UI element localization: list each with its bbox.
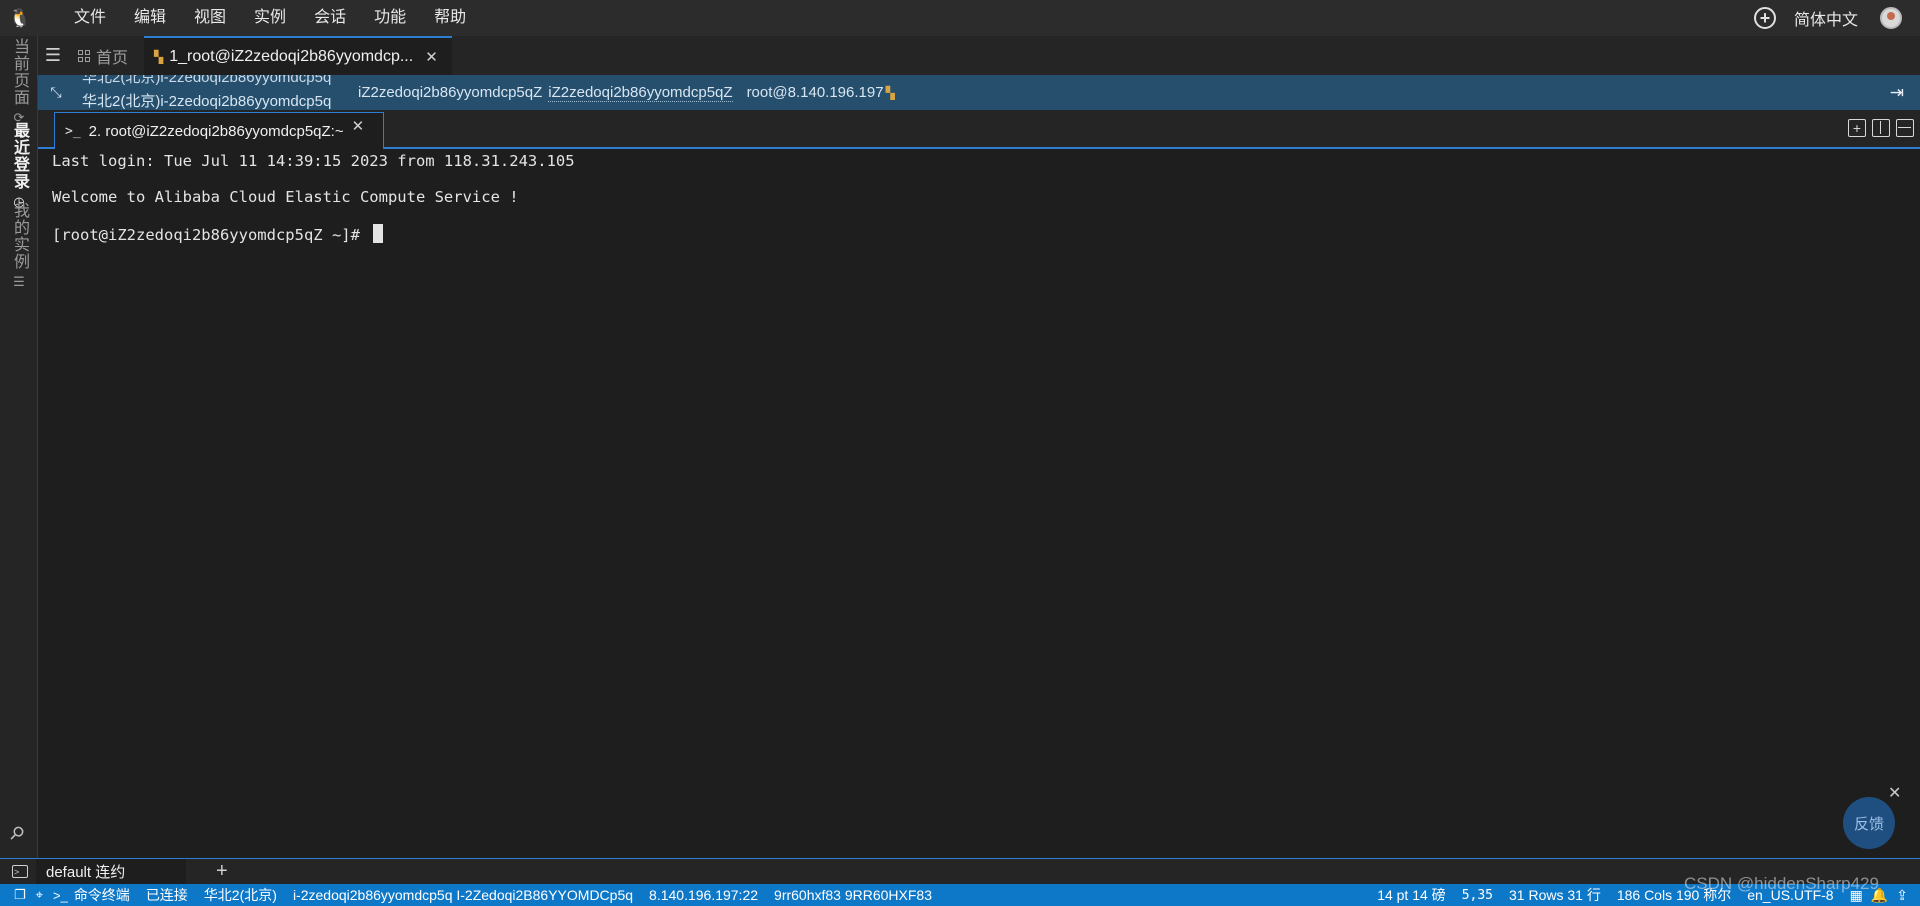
tab-label: 1_root@iZ2zedoqi2b86yyomdcp... bbox=[169, 47, 414, 65]
terminal-prompt: [root@iZ2zedoqi2b86yyomdcp5qZ ~]# bbox=[52, 226, 370, 244]
tab-label: 首页 bbox=[96, 49, 129, 67]
terminal-tab[interactable]: >_ 2. root@iZ2zedoqi2b86yyomdcp5qZ:~ ✕ bbox=[54, 112, 384, 149]
region-label: 华北2(北京)i-2zedoqi2b86yyomdcp5q bbox=[82, 93, 332, 110]
terminal-tab-bar: >_ 2. root@iZ2zedoqi2b86yyomdcp5qZ:~ ✕ + bbox=[38, 110, 1920, 149]
menu-file[interactable]: 文件 bbox=[60, 0, 120, 36]
sidebar-item-label: 当前页面 bbox=[11, 38, 28, 106]
split-vertical-icon[interactable] bbox=[1872, 119, 1890, 137]
menu-edit[interactable]: 编辑 bbox=[120, 0, 180, 36]
menu-session[interactable]: 会话 bbox=[300, 0, 360, 36]
linux-penguin-icon: 🐧 bbox=[8, 7, 32, 28]
menu-functions[interactable]: 功能 bbox=[360, 0, 420, 36]
user-avatar[interactable] bbox=[1880, 7, 1902, 29]
activity-bar: 当前页面 ⟳ 最近登录 ◷ 我的实例 ☰ ⚲ bbox=[0, 36, 38, 858]
mouse-icon[interactable]: ⌖ bbox=[36, 887, 43, 903]
status-bar: ❐ ⌖ >_ 命令终端 已连接 华北2(北京) i-2zedoqi2b86yyo… bbox=[0, 884, 1920, 906]
watermark: CSDN @hiddenSharp429 bbox=[1684, 874, 1879, 893]
menu-instance[interactable]: 实例 bbox=[240, 0, 300, 36]
status-font-size[interactable]: 14 pt 14 磅 bbox=[1377, 885, 1446, 905]
sidebar-item-recent-logins[interactable]: 最近登录 ◷ bbox=[0, 122, 38, 210]
login-host: root@8.140.196.197 bbox=[746, 84, 884, 101]
sidebar-item-label: 我的实例 bbox=[11, 202, 28, 270]
terminal-prompt-line: [root@iZ2zedoqi2b86yyomdcp5qZ ~]# bbox=[52, 224, 384, 244]
pin-icon[interactable]: ⚲ bbox=[5, 821, 29, 845]
status-cursor-position: 5,35 bbox=[1461, 887, 1493, 903]
instance-info-bar: ⤡ 华北2(北京)i-2zedoqi2b86yyomdcp5q 华北2(北京)i… bbox=[38, 75, 1920, 110]
add-icon[interactable]: + bbox=[216, 860, 228, 883]
hostname-link[interactable]: iZ2zedoqi2b86yyomdcp5qZ bbox=[548, 84, 733, 102]
terminal-icon: >_ bbox=[52, 887, 68, 903]
linux-icon: ▚ bbox=[885, 85, 895, 100]
terminal-cursor bbox=[373, 224, 384, 243]
list-icon: ☰ bbox=[13, 274, 25, 289]
status-left: ❐ ⌖ >_ 命令终端 已连接 华北2(北京) i-2zedoqi2b86yyo… bbox=[0, 885, 948, 905]
terminal-line: Welcome to Alibaba Cloud Elastic Compute… bbox=[52, 188, 519, 206]
status-address: 8.140.196.197:22 bbox=[649, 887, 759, 903]
close-icon[interactable]: ✕ bbox=[425, 48, 438, 66]
status-rows: 31 Rows 31 行 bbox=[1509, 887, 1601, 903]
menu-help[interactable]: 帮助 bbox=[420, 0, 480, 36]
sidebar-item-current-page[interactable]: 当前页面 ⟳ bbox=[0, 38, 38, 126]
tab-bar: ☰ 首页 ▚ 1_root@iZ2zedoqi2b86yyomdcp... ✕ bbox=[38, 36, 1920, 75]
tab-home[interactable]: 首页 bbox=[68, 36, 138, 75]
region-scroller: 华北2(北京)i-2zedoqi2b86yyomdcp5q 华北2(北京)i-2… bbox=[82, 75, 352, 110]
language-selector[interactable]: 简体中文 bbox=[1794, 6, 1858, 30]
region-label-prev: 华北2(北京)i-2zedoqi2b86yyomdcp5q bbox=[82, 75, 332, 86]
add-circle-icon[interactable]: + bbox=[1753, 7, 1776, 29]
status-connection: 已连接 bbox=[145, 887, 188, 903]
close-icon[interactable]: ✕ bbox=[1888, 783, 1901, 803]
terminal-icon: >_ bbox=[65, 123, 81, 139]
terminal-line: Last login: Tue Jul 11 14:39:15 2023 fro… bbox=[52, 152, 575, 170]
copy-icon[interactable]: ❐ bbox=[14, 887, 26, 903]
status-region: 华北2(北京) bbox=[203, 887, 277, 903]
sidebar-item-my-instances[interactable]: 我的实例 ☰ bbox=[0, 202, 38, 290]
status-terminal: 命令终端 bbox=[73, 887, 130, 903]
sidebar-toggle-icon[interactable]: ☰ bbox=[38, 36, 68, 75]
session-bar: > default 连约 + bbox=[0, 858, 1920, 885]
feedback-button[interactable]: 反馈 bbox=[1843, 797, 1895, 849]
upload-icon[interactable]: ⇪ bbox=[1896, 887, 1908, 904]
new-terminal-icon[interactable]: + bbox=[1848, 119, 1866, 137]
session-tab[interactable]: default 连约 bbox=[36, 858, 186, 885]
session-tab-label: default 连约 bbox=[46, 864, 126, 881]
grid-icon bbox=[78, 49, 90, 62]
split-controls: + bbox=[1848, 119, 1914, 137]
sidebar-item-label: 最近登录 bbox=[11, 122, 28, 190]
terminal-output[interactable]: Last login: Tue Jul 11 14:39:15 2023 fro… bbox=[42, 152, 1912, 852]
linux-icon: ▚ bbox=[154, 49, 164, 64]
tab-session[interactable]: ▚ 1_root@iZ2zedoqi2b86yyomdcp... ✕ bbox=[144, 36, 452, 75]
terminal-tab-label: 2. root@iZ2zedoqi2b86yyomdcp5qZ:~ bbox=[88, 122, 344, 140]
close-icon[interactable]: ✕ bbox=[352, 117, 365, 135]
menu-view[interactable]: 视图 bbox=[180, 0, 240, 36]
logout-icon[interactable]: ⇥ bbox=[1890, 83, 1904, 103]
terminal-icon[interactable]: > bbox=[12, 865, 28, 878]
menubar-right: + 简体中文 bbox=[1753, 0, 1920, 36]
menu-bar: 🐧 文件 编辑 视图 实例 会话 功能 帮助 + 简体中文 bbox=[0, 0, 1920, 36]
hostname-label: iZ2zedoqi2b86yyomdcp5qZ bbox=[358, 84, 543, 101]
fullscreen-icon[interactable]: ⤡ bbox=[38, 84, 74, 101]
status-code: 9rr60hxf83 9RR60HXF83 bbox=[774, 887, 933, 903]
split-horizontal-icon[interactable] bbox=[1896, 119, 1914, 137]
status-instance: i-2zedoqi2b86yyomdcp5q I-2Zedoqi2B86YYOM… bbox=[292, 887, 634, 903]
